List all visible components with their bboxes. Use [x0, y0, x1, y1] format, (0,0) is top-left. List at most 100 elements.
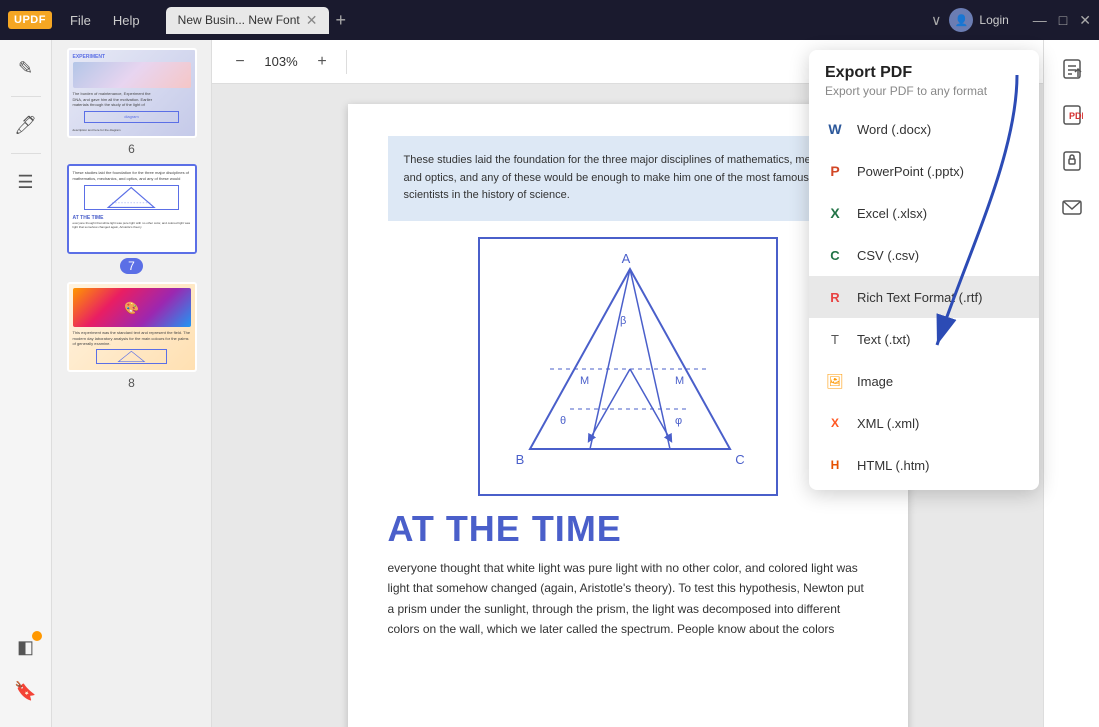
sidebar-item-bookmark[interactable]: 🔖: [6, 671, 46, 711]
export-xml-label: XML (.xml): [857, 416, 919, 431]
login-button[interactable]: 👤 Login: [949, 8, 1008, 32]
thumbnail-number-7: 7: [120, 258, 143, 274]
powerpoint-icon: P: [823, 159, 847, 183]
sidebar-item-edit[interactable]: ✎: [6, 48, 46, 88]
export-text-label: Text (.txt): [857, 332, 910, 347]
thumbnail-image-6: EXPERIMENT The burden of maintenance, Ex…: [67, 48, 197, 138]
svg-text:φ: φ: [675, 415, 682, 427]
svg-text:M: M: [675, 375, 684, 387]
svg-text:A: A: [621, 251, 630, 266]
thumb-content-7: These studies laid the foundation for th…: [69, 166, 195, 252]
minimize-button[interactable]: —: [1033, 12, 1047, 29]
sidebar-item-organize[interactable]: ☰: [6, 162, 46, 202]
email-icon: [1061, 196, 1083, 218]
zoom-controls: − 103% +: [228, 50, 334, 74]
thumbnail-page-7[interactable]: These studies laid the foundation for th…: [60, 164, 203, 274]
title-dropdown-button[interactable]: ∨: [931, 12, 941, 29]
title-actions: ∨ 👤 Login — □ ✕: [931, 8, 1091, 32]
svg-text:θ: θ: [560, 415, 566, 427]
text-icon: T: [823, 327, 847, 351]
word-icon: W: [823, 117, 847, 141]
sidebar-item-annotate[interactable]: 🖊: [6, 105, 46, 145]
maximize-button[interactable]: □: [1059, 12, 1067, 29]
layers-badge: [32, 631, 42, 641]
tab-add-button[interactable]: +: [335, 10, 346, 31]
export-item-image[interactable]: 🖼 Image: [809, 360, 1039, 402]
protect-icon: [1061, 150, 1083, 172]
sidebar-divider-2: [11, 153, 41, 154]
email-icon-button[interactable]: [1051, 186, 1093, 228]
export-csv-label: CSV (.csv): [857, 248, 919, 263]
svg-text:PDF: PDF: [1069, 111, 1083, 121]
title-bar: UPDF File Help New Busin... New Font ✕ +…: [0, 0, 1099, 40]
export-header: Export PDF Export your PDF to any format: [809, 50, 1039, 104]
sidebar-bottom: ◧ 🔖: [6, 627, 46, 719]
diagram-svg: A B C M M β θ φ: [490, 249, 770, 479]
triangle-diagram: A B C M M β θ φ: [478, 237, 778, 496]
export-panel: Export PDF Export your PDF to any format…: [809, 50, 1039, 490]
export-subtitle: Export your PDF to any format: [825, 84, 1023, 98]
rtf-icon: R: [823, 285, 847, 309]
pdf-a-icon-button[interactable]: PDF: [1051, 94, 1093, 136]
left-sidebar: ✎ 🖊 ☰ ◧ 🔖: [0, 40, 52, 727]
toolbar-divider: [346, 50, 347, 74]
export-word-label: Word (.docx): [857, 122, 931, 137]
zoom-level: 103%: [256, 54, 306, 69]
export-item-word[interactable]: W Word (.docx): [809, 108, 1039, 150]
thumbnail-page-8[interactable]: 🎨 This experiment was the standard text …: [60, 282, 203, 390]
pdf-blue-section: These studies laid the foundation for th…: [388, 136, 868, 221]
thumbnail-image-8: 🎨 This experiment was the standard text …: [67, 282, 197, 372]
zoom-out-button[interactable]: −: [228, 50, 252, 74]
right-panel: PDF: [1043, 40, 1099, 727]
xml-icon: X: [823, 411, 847, 435]
export-excel-label: Excel (.xlsx): [857, 206, 927, 221]
zoom-in-button[interactable]: +: [310, 50, 334, 74]
pdf-body-paragraph: These studies laid the foundation for th…: [404, 152, 852, 205]
html-icon: H: [823, 453, 847, 477]
thumb-content-8: 🎨 This experiment was the standard text …: [69, 284, 195, 370]
close-button[interactable]: ✕: [1079, 12, 1091, 29]
window-controls: — □ ✕: [1033, 12, 1091, 29]
export-item-xml[interactable]: X XML (.xml): [809, 402, 1039, 444]
thumbnail-panel: EXPERIMENT The burden of maintenance, Ex…: [52, 40, 212, 727]
thumbnail-image-7: These studies laid the foundation for th…: [67, 164, 197, 254]
tab-bar: New Busin... New Font ✕ +: [166, 7, 924, 34]
export-html-label: HTML (.htm): [857, 458, 929, 473]
export-item-rtf[interactable]: R Rich Text Format (.rtf): [809, 276, 1039, 318]
sidebar-divider-1: [11, 96, 41, 97]
export-item-text[interactable]: T Text (.txt): [809, 318, 1039, 360]
pdf-heading-continuation: everyone thought that white light was pu…: [388, 561, 864, 636]
thumb-content-6: EXPERIMENT The burden of maintenance, Ex…: [69, 50, 195, 136]
file-menu[interactable]: File: [60, 9, 101, 32]
pdf-bottom-text: everyone thought that white light was pu…: [388, 558, 868, 640]
thumbnail-page-6[interactable]: EXPERIMENT The burden of maintenance, Ex…: [60, 48, 203, 156]
protect-icon-button[interactable]: [1051, 140, 1093, 182]
help-menu[interactable]: Help: [103, 9, 150, 32]
export-icon-button[interactable]: [1051, 48, 1093, 90]
csv-icon: C: [823, 243, 847, 267]
login-label: Login: [979, 13, 1008, 27]
app-body: ✎ 🖊 ☰ ◧ 🔖 EXPERIMENT The burden of maint…: [0, 40, 1099, 727]
image-icon: 🖼: [823, 369, 847, 393]
export-powerpoint-label: PowerPoint (.pptx): [857, 164, 964, 179]
svg-text:B: B: [515, 452, 524, 467]
sidebar-item-layers[interactable]: ◧: [6, 627, 46, 667]
user-avatar: 👤: [949, 8, 973, 32]
export-image-label: Image: [857, 374, 893, 389]
export-title: Export PDF: [825, 64, 1023, 82]
export-pdf-icon: [1061, 58, 1083, 80]
export-list: W Word (.docx) P PowerPoint (.pptx) X Ex…: [809, 104, 1039, 490]
thumbnail-number-8: 8: [128, 376, 135, 390]
export-item-powerpoint[interactable]: P PowerPoint (.pptx): [809, 150, 1039, 192]
export-item-excel[interactable]: X Excel (.xlsx): [809, 192, 1039, 234]
export-item-csv[interactable]: C CSV (.csv): [809, 234, 1039, 276]
title-menu: File Help: [60, 9, 150, 32]
tab-close-button[interactable]: ✕: [306, 12, 318, 29]
updf-logo: UPDF: [8, 11, 52, 29]
thumbnail-number-6: 6: [128, 142, 135, 156]
svg-text:C: C: [735, 452, 744, 467]
pdf-a-icon: PDF: [1061, 104, 1083, 126]
tab-1[interactable]: New Busin... New Font ✕: [166, 7, 330, 34]
pdf-heading: AT THE TIME: [388, 508, 868, 550]
export-item-html[interactable]: H HTML (.htm): [809, 444, 1039, 486]
